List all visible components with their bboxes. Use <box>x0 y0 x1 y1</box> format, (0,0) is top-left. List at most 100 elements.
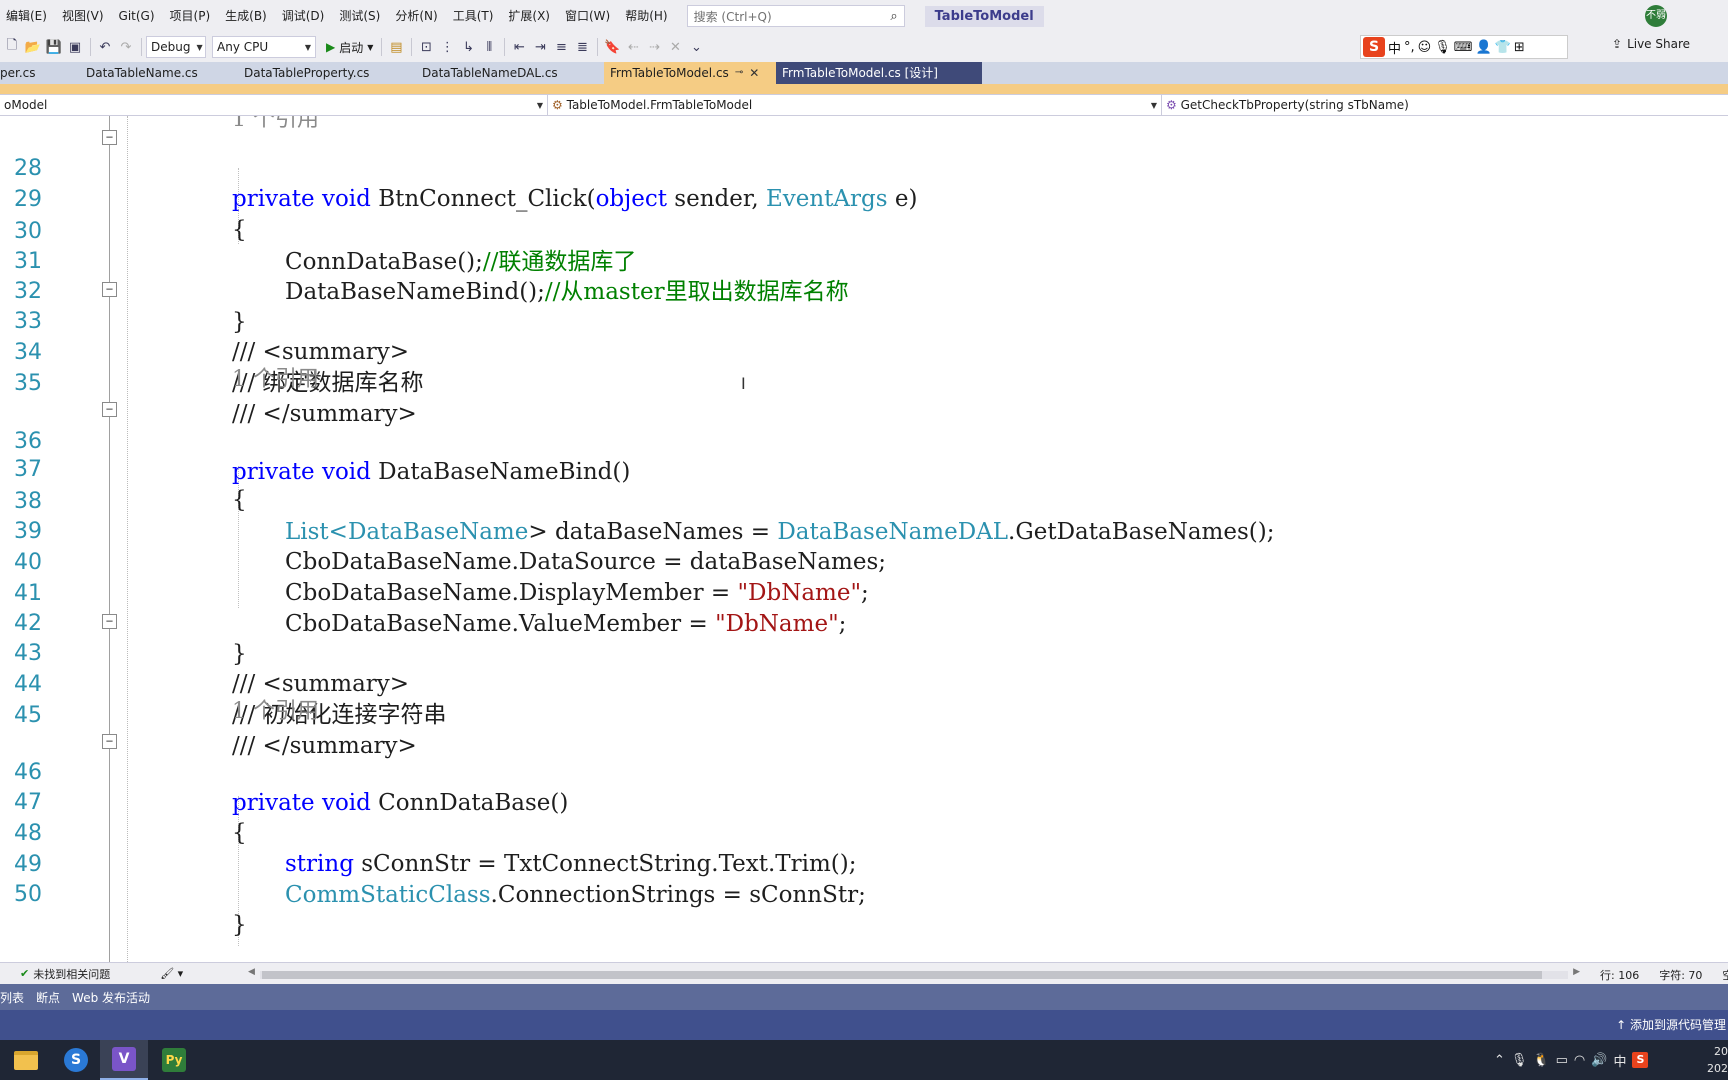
microphone-icon[interactable]: 🎙 <box>1511 1053 1528 1068</box>
collapse-icon[interactable]: − <box>102 282 117 297</box>
python-app-button[interactable]: Py <box>150 1040 198 1080</box>
screenshot-icon[interactable]: ⊡ <box>416 37 436 57</box>
config-value: Debug <box>151 40 191 54</box>
prev-bookmark-icon[interactable]: ⇠ <box>623 37 643 57</box>
search-placeholder: 搜索 (Ctrl+Q) <box>693 9 772 24</box>
brush-icon[interactable]: 🖌 ▾ <box>160 967 183 980</box>
tab-frmtabletomodel-design[interactable]: FrmTableToModel.cs [设计] <box>776 62 982 84</box>
chevron-down-icon: ▼ <box>367 42 374 52</box>
tab-datatablenamedal[interactable]: DataTableNameDAL.cs <box>422 62 604 84</box>
collapse-icon[interactable]: − <box>102 614 117 629</box>
check-icon: ✔ <box>20 967 30 980</box>
folder-icon[interactable]: ▤ <box>386 37 406 57</box>
chevron-down-icon: ▼ <box>536 100 543 110</box>
code-line: 43 /// <summary> <box>0 607 1728 697</box>
menu-debug[interactable]: 调试(D) <box>276 0 334 32</box>
next-bookmark-icon[interactable]: ⇢ <box>644 37 664 57</box>
file-explorer-button[interactable] <box>2 1040 50 1080</box>
tab-web-publish[interactable]: Web 发布活动 <box>72 989 158 1006</box>
menu-extensions[interactable]: 扩展(X) <box>502 0 559 32</box>
horizontal-scrollbar[interactable]: ◀ ▶ <box>248 967 1580 979</box>
tab-datatableproperty[interactable]: DataTableProperty.cs <box>244 62 422 84</box>
project-dropdown[interactable]: oModel ▼ <box>0 95 548 115</box>
pin-icon[interactable]: ⊸ <box>735 62 743 84</box>
sogou-logo-icon[interactable]: S <box>1363 37 1385 57</box>
line-number: 50 <box>14 882 42 907</box>
emoji-icon[interactable]: ☺ <box>1418 40 1432 55</box>
tab-list[interactable]: 列表 <box>0 989 32 1006</box>
codelens-reference[interactable]: 1 个引用 <box>232 696 319 727</box>
redo-icon[interactable]: ↷ <box>116 37 136 57</box>
undo-icon[interactable]: ↶ <box>95 37 115 57</box>
code-editor[interactable]: 1 个引用 28 private void BtnConnect_Click(o… <box>0 116 1728 962</box>
sogou-browser-button[interactable]: S <box>52 1040 100 1080</box>
tab-breakpoints[interactable]: 断点 <box>36 989 68 1006</box>
menu-edit[interactable]: 编辑(E) <box>0 0 56 32</box>
codelens-reference[interactable]: 1 个引用 <box>232 364 319 395</box>
menu-window[interactable]: 窗口(W) <box>559 0 619 32</box>
microphone-icon[interactable]: 🎙 <box>1434 40 1451 55</box>
skin-icon[interactable]: 👕 <box>1495 40 1511 55</box>
issues-status[interactable]: 未找到相关问题 <box>33 966 110 982</box>
ime-mode[interactable]: 中 <box>1388 38 1401 57</box>
menu-tools[interactable]: 工具(T) <box>447 0 503 32</box>
sogou-tray-icon[interactable]: S <box>1632 1052 1649 1068</box>
save-all-icon[interactable]: ▣ <box>65 37 85 57</box>
user-icon[interactable]: 👤 <box>1476 40 1492 55</box>
class-dropdown[interactable]: ⚙ TableToModel.FrmTableToModel ▼ <box>548 95 1162 115</box>
tab-datatablename[interactable]: DataTableName.cs <box>82 62 244 84</box>
close-icon[interactable]: ✕ <box>749 62 759 84</box>
collapse-icon[interactable]: − <box>102 130 117 145</box>
overflow-icon[interactable]: ⌄ <box>686 37 706 57</box>
ime-indicator[interactable]: 中 <box>1613 1051 1626 1070</box>
platform-dropdown[interactable]: Any CPU ▼ <box>212 36 316 58</box>
space-mode[interactable]: 空格 <box>1722 967 1728 983</box>
qq-icon[interactable]: 🐧 <box>1533 1053 1549 1068</box>
tab-per[interactable]: per.cs <box>0 62 82 84</box>
member-dropdown[interactable]: ⚙ GetCheckTbProperty(string sTbName) <box>1162 95 1728 115</box>
wifi-icon[interactable]: ◠ <box>1574 1053 1585 1068</box>
volume-icon[interactable]: 🔊 <box>1591 1053 1607 1068</box>
member-value: GetCheckTbProperty(string sTbName) <box>1180 98 1409 112</box>
menu-test[interactable]: 测试(S) <box>333 0 389 32</box>
keyboard-icon[interactable]: ⌨ <box>1454 40 1473 55</box>
scroll-thumb[interactable] <box>262 971 1542 979</box>
collapse-icon[interactable]: − <box>102 734 117 749</box>
battery-icon[interactable]: ▭ <box>1556 1053 1568 1068</box>
indent-icon[interactable]: ⇥ <box>530 37 550 57</box>
avatar[interactable]: 不弱 <box>1645 5 1667 27</box>
collapse-icon[interactable]: − <box>102 402 117 417</box>
clear-bookmarks-icon[interactable]: ✕ <box>665 37 685 57</box>
code-line: 36 private void DataBaseNameBind() <box>0 395 1728 485</box>
outdent-icon[interactable]: ⇤ <box>509 37 529 57</box>
column-icon[interactable]: ⫴ <box>479 37 499 57</box>
menu-project[interactable]: 项目(P) <box>164 0 220 32</box>
menu-git[interactable]: Git(G) <box>113 0 164 32</box>
bookmark-icon[interactable]: 🔖 <box>602 37 622 57</box>
toolbox-icon[interactable]: ⊞ <box>1514 40 1525 55</box>
start-button[interactable]: ▶ 启动 ▼ <box>322 39 377 56</box>
scroll-left-icon[interactable]: ◀ <box>248 967 255 977</box>
live-share-button[interactable]: ⇪ Live Share <box>1612 37 1690 51</box>
menu-build[interactable]: 生成(B) <box>219 0 276 32</box>
add-to-source-control[interactable]: ↑ 添加到源代码管理 <box>1616 1010 1728 1040</box>
scroll-right-icon[interactable]: ▶ <box>1573 967 1580 977</box>
new-item-icon[interactable]: 🗋 <box>2 37 22 57</box>
step-into-icon[interactable]: ↳ <box>458 37 478 57</box>
search-input[interactable]: 搜索 (Ctrl+Q) ⌕ <box>686 5 905 27</box>
step-icon[interactable]: ⋮ <box>437 37 457 57</box>
comment-icon[interactable]: ≡ <box>551 37 571 57</box>
class-icon: ⚙ <box>552 98 563 112</box>
punctuation-icon[interactable]: °, <box>1404 40 1415 55</box>
open-file-icon[interactable]: 📂 <box>23 37 43 57</box>
menu-view[interactable]: 视图(V) <box>56 0 113 32</box>
solution-config-dropdown[interactable]: Debug ▼ <box>146 36 206 58</box>
menu-analyze[interactable]: 分析(N) <box>389 0 446 32</box>
clock[interactable]: 20 202 <box>1702 1043 1728 1077</box>
tab-frmtabletomodel[interactable]: FrmTableToModel.cs ⊸ ✕ <box>604 62 776 84</box>
uncomment-icon[interactable]: ≣ <box>572 37 592 57</box>
menu-help[interactable]: 帮助(H) <box>619 0 676 32</box>
save-icon[interactable]: 💾 <box>44 37 64 57</box>
chevron-up-icon[interactable]: ⌃ <box>1494 1053 1505 1068</box>
visual-studio-button[interactable]: V <box>100 1040 148 1080</box>
